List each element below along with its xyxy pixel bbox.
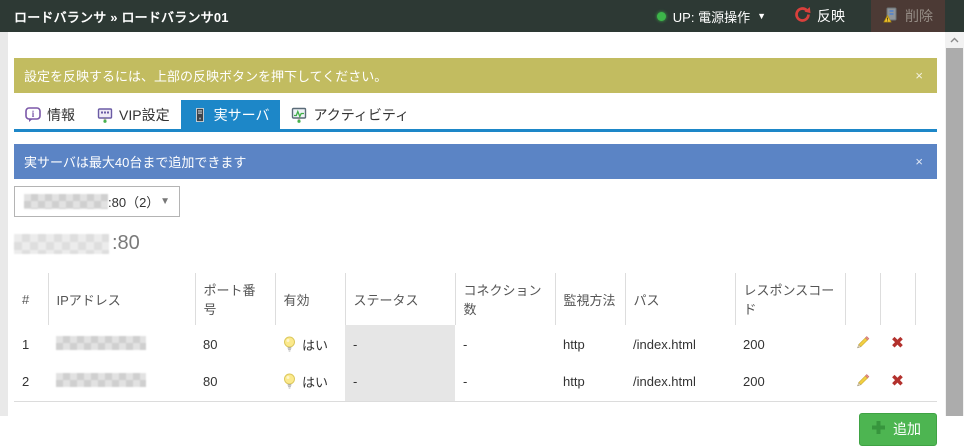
col-response-code: レスポンスコード: [735, 273, 845, 325]
col-delete: [880, 273, 915, 325]
cell-path: /index.html: [625, 325, 735, 363]
close-icon[interactable]: ×: [915, 154, 923, 169]
lightbulb-on-icon: [283, 336, 296, 353]
tab-activity[interactable]: アクティビティ: [280, 100, 420, 129]
page-left-gutter: [0, 32, 8, 416]
cell-edit: [845, 325, 880, 363]
tab-bar: i 情報 VIP設定 実サーバ アクティビティ: [14, 100, 937, 132]
lightbulb-on-icon: [283, 373, 296, 390]
cell-monitor: http: [555, 363, 625, 401]
add-button-label: 追加: [893, 419, 921, 439]
vip-section-title: :80: [14, 232, 937, 255]
tab-info-label: 情報: [47, 105, 75, 125]
limit-notice-banner: 実サーバは最大40台まで追加できます ×: [14, 144, 937, 179]
enabled-label: はい: [302, 372, 328, 391]
apply-notice-text: 設定を反映するには、上部の反映ボタンを押下してください。: [24, 66, 387, 85]
activity-icon: [291, 107, 307, 123]
cell-enabled: はい: [275, 325, 345, 363]
col-enabled: 有効: [275, 273, 345, 325]
tab-vip-settings[interactable]: VIP設定: [86, 100, 181, 129]
scrollbar-thumb[interactable]: [946, 48, 963, 416]
col-path: パス: [625, 273, 735, 325]
enabled-label: はい: [302, 335, 328, 354]
col-monitor-method: 監視方法: [555, 273, 625, 325]
delete-row-icon[interactable]: ✖: [891, 373, 904, 390]
masked-ip: [14, 234, 109, 254]
add-row: 追加: [14, 413, 937, 446]
breadcrumb: ロードバランサ » ロードバランサ01: [0, 7, 229, 26]
chevron-down-icon: ▼: [757, 11, 766, 21]
cell-port: 80: [195, 325, 275, 363]
status-up-icon: [657, 12, 666, 21]
tab-vip-settings-label: VIP設定: [119, 105, 170, 125]
cell-enabled: はい: [275, 363, 345, 401]
cell-edit: [845, 363, 880, 401]
delete-label: 削除: [905, 6, 933, 26]
cell-ip: [48, 325, 195, 363]
topbar-actions: UP: 電源操作 ▼ 反映 削除: [657, 0, 964, 32]
tab-real-servers-label: 実サーバ: [214, 105, 270, 125]
cell-delete: ✖: [880, 325, 915, 363]
masked-ip: [56, 373, 146, 387]
cell-status: -: [345, 363, 455, 401]
masked-ip: [56, 336, 146, 350]
power-operation-label: UP: 電源操作: [673, 7, 750, 26]
main-content: 設定を反映するには、上部の反映ボタンを押下してください。 × i 情報 VIP設…: [14, 32, 937, 446]
cell-path: /index.html: [625, 363, 735, 401]
cell-status: -: [345, 325, 455, 363]
cell-spacer: [915, 325, 937, 363]
col-spacer: [915, 273, 937, 325]
col-connections: コネクション数: [455, 273, 555, 325]
delete-loadbalancer-button[interactable]: 削除: [871, 0, 945, 32]
limit-notice-text: 実サーバは最大40台まで追加できます: [24, 152, 246, 171]
plus-icon: [871, 420, 886, 438]
server-warning-icon: [883, 7, 899, 26]
apply-label: 反映: [817, 6, 845, 26]
cell-port: 80: [195, 363, 275, 401]
cell-monitor: http: [555, 325, 625, 363]
cell-delete: ✖: [880, 363, 915, 401]
col-edit: [845, 273, 880, 325]
col-status: ステータス: [345, 273, 455, 325]
vip-select-value: :80（2）: [108, 192, 159, 211]
table-row: 2 80 はい - - http /index.html 200: [14, 363, 937, 401]
table-header-row: # IPアドレス ポート番号 有効 ステータス コネクション数 監視方法 パス …: [14, 273, 937, 325]
topbar: ロードバランサ » ロードバランサ01 UP: 電源操作 ▼ 反映 削除: [0, 0, 964, 32]
cell-connections: -: [455, 363, 555, 401]
col-port: ポート番号: [195, 273, 275, 325]
add-server-button[interactable]: 追加: [859, 413, 937, 446]
cell-response-code: 200: [735, 363, 845, 401]
cell-ip: [48, 363, 195, 401]
col-ip-address: IPアドレス: [48, 273, 195, 325]
cell-spacer: [915, 363, 937, 401]
cell-response-code: 200: [735, 325, 845, 363]
edit-pencil-icon[interactable]: [854, 334, 871, 351]
table-row: 1 80 はい - - http /index.html 200: [14, 325, 937, 363]
delete-row-icon[interactable]: ✖: [891, 335, 904, 352]
close-icon[interactable]: ×: [915, 68, 923, 83]
apply-notice-banner: 設定を反映するには、上部の反映ボタンを押下してください。 ×: [14, 58, 937, 93]
col-number: #: [14, 273, 48, 325]
power-operation-dropdown[interactable]: UP: 電源操作 ▼: [657, 7, 766, 26]
info-icon: i: [25, 107, 41, 123]
refresh-icon: [794, 6, 811, 26]
vip-select[interactable]: :80（2） ▼: [14, 186, 180, 217]
edit-pencil-icon[interactable]: [854, 372, 871, 389]
real-server-table: # IPアドレス ポート番号 有効 ステータス コネクション数 監視方法 パス …: [14, 273, 937, 402]
vip-port-label: :80: [112, 232, 140, 255]
cell-number: 2: [14, 363, 48, 401]
real-server-icon: [192, 107, 208, 123]
vertical-scrollbar[interactable]: [945, 32, 964, 416]
apply-button[interactable]: 反映: [794, 6, 845, 26]
scroll-up-icon[interactable]: [945, 32, 964, 48]
cell-number: 1: [14, 325, 48, 363]
masked-ip: [24, 194, 108, 209]
tab-activity-label: アクティビティ: [313, 105, 409, 125]
tab-info[interactable]: i 情報: [14, 100, 86, 129]
tab-real-servers[interactable]: 実サーバ: [181, 100, 281, 129]
chevron-down-icon: ▼: [160, 196, 170, 207]
cell-connections: -: [455, 325, 555, 363]
vip-settings-icon: [97, 107, 113, 123]
